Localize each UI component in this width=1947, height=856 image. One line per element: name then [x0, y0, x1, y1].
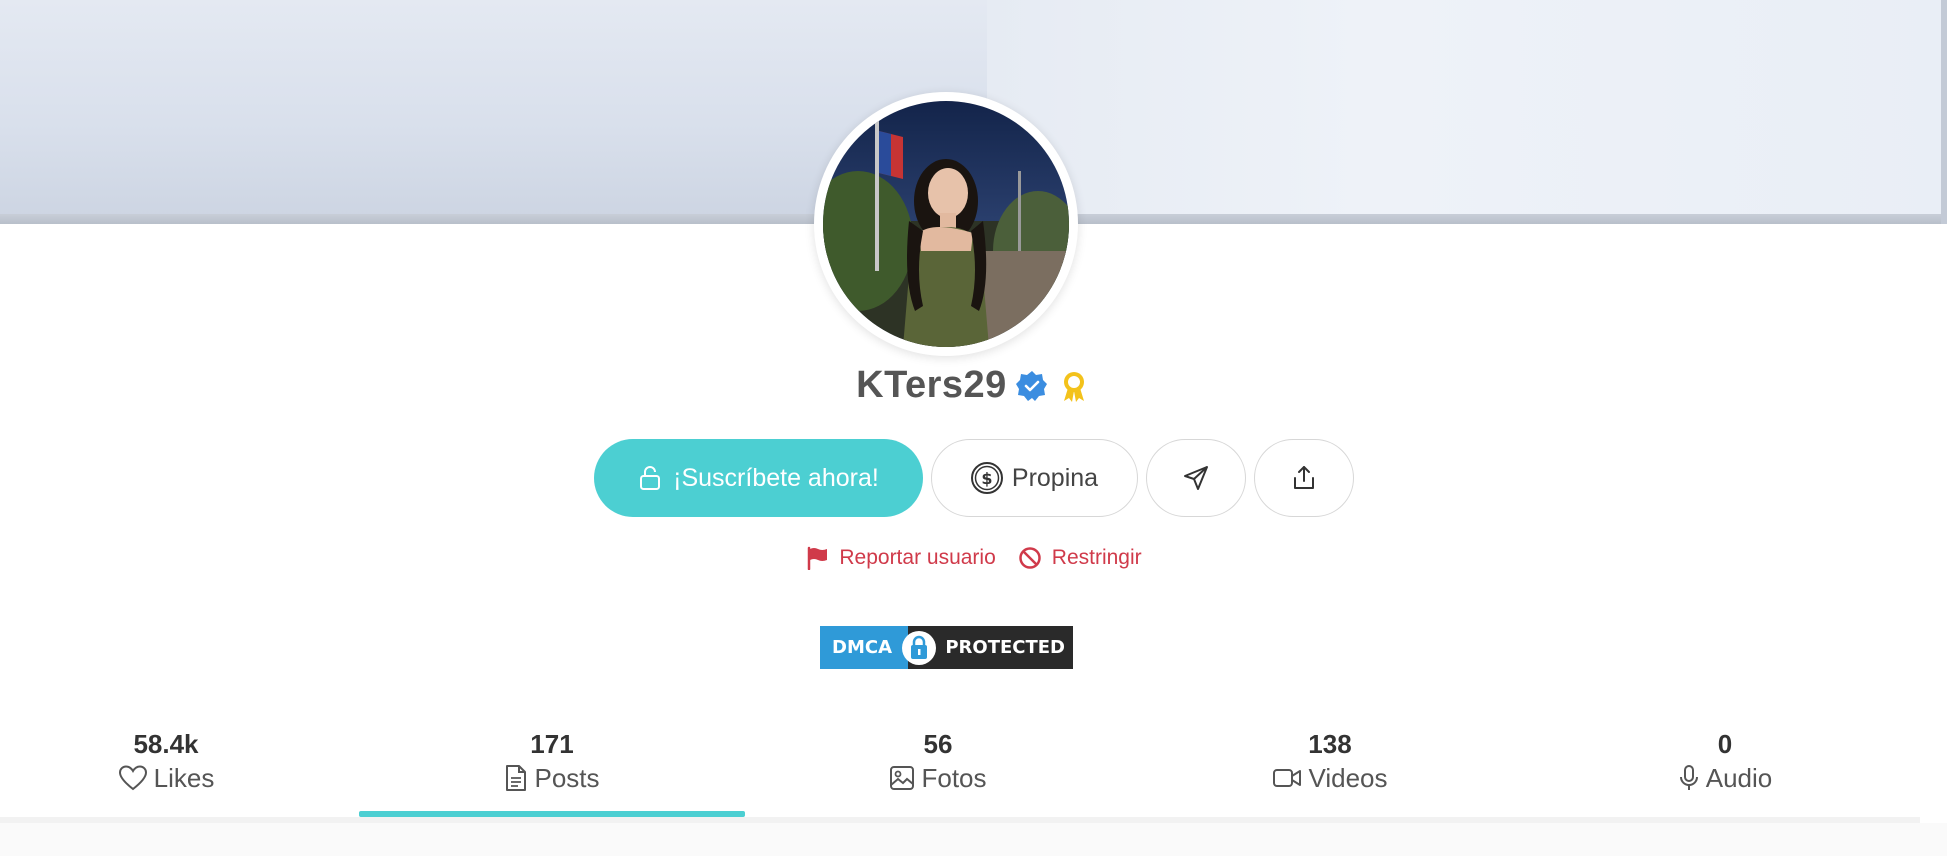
videos-label: Videos [1308, 763, 1388, 793]
dmca-lock-icon [902, 631, 936, 665]
tab-videos[interactable]: 138 Videos [1260, 726, 1400, 794]
send-icon [1183, 466, 1208, 490]
award-ribbon-icon [1063, 371, 1084, 402]
dmca-badge[interactable]: DMCA PROTECTED [820, 626, 1073, 669]
image-icon [890, 766, 915, 790]
tip-label: Propina [1011, 463, 1099, 492]
likes-count: 58.4k [133, 729, 199, 759]
profile-stats-tabs: 58.4k Likes 171 Posts 56 Fotos 138 Video… [0, 726, 1947, 818]
likes-label: Likes [153, 763, 215, 793]
profile-secondary-links: Reportar usuario Restringir [0, 546, 1947, 570]
tab-fotos[interactable]: 56 Fotos [888, 726, 988, 794]
verified-badge-icon [1015, 370, 1047, 401]
share-button[interactable] [1253, 439, 1354, 517]
subscribe-label: ¡Suscríbete ahora! [673, 463, 879, 492]
cover-panel [987, 0, 1947, 224]
video-icon [1273, 769, 1302, 787]
document-icon [506, 765, 527, 791]
block-icon [1019, 547, 1041, 569]
restrict-label: Restringir [1051, 546, 1142, 569]
tab-posts[interactable]: 171 Posts [502, 726, 602, 794]
share-icon [1293, 466, 1314, 489]
dmca-right-text: PROTECTED [945, 637, 1065, 658]
posts-label: Posts [534, 763, 600, 793]
dollar-coin-icon: $ [970, 462, 1003, 494]
tip-button[interactable]: $ Propina [930, 439, 1138, 517]
restrict-link[interactable]: Restringir [1018, 546, 1142, 570]
avatar[interactable] [814, 92, 1078, 356]
avatar-photo [823, 101, 1069, 347]
profile-actions: ¡Suscríbete ahora! $ Propina [0, 439, 1947, 517]
send-message-button[interactable] [1145, 439, 1246, 517]
audio-count: 0 [1717, 729, 1733, 759]
profile-username: KTers29 [856, 364, 1007, 406]
svg-text:$: $ [981, 469, 992, 488]
subscribe-button[interactable]: ¡Suscríbete ahora! [593, 439, 923, 517]
report-user-label: Reportar usuario [839, 546, 996, 569]
microphone-icon [1679, 765, 1698, 790]
heart-icon [118, 765, 147, 791]
dmca-left: DMCA [820, 626, 908, 669]
audio-label: Audio [1705, 763, 1773, 793]
posts-count: 171 [530, 729, 574, 759]
tab-audio[interactable]: 0 Audio [1660, 726, 1790, 794]
profile-name-row: KTers29 [0, 364, 1947, 407]
flag-icon [808, 546, 828, 570]
dmca-left-text: DMCA [832, 637, 892, 658]
report-user-link[interactable]: Reportar usuario [805, 546, 996, 570]
cover-right-edge [1941, 0, 1947, 224]
fotos-label: Fotos [921, 763, 987, 793]
videos-count: 138 [1308, 729, 1352, 759]
fotos-count: 56 [923, 729, 953, 759]
unlock-icon [640, 466, 661, 490]
tab-likes[interactable]: 58.4k Likes [116, 726, 216, 794]
content-area-top [0, 823, 1947, 856]
